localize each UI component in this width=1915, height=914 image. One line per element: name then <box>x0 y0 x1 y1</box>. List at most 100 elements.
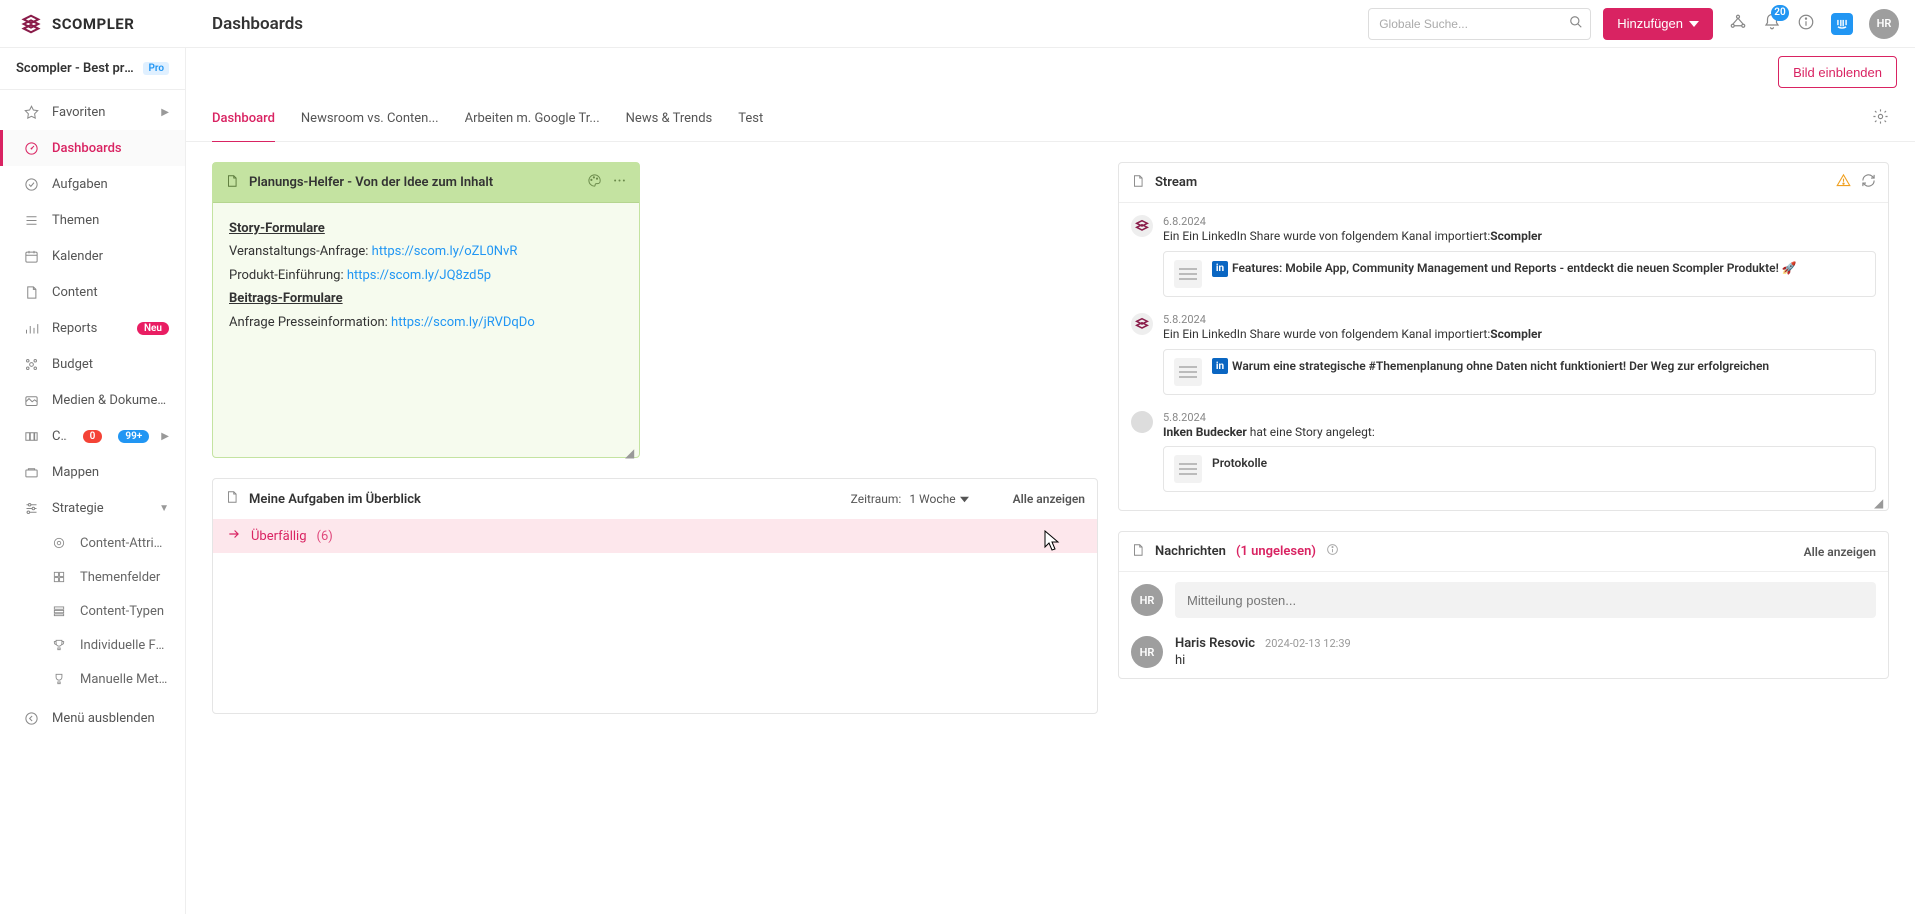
tab-dashboard[interactable]: Dashboard <box>212 96 275 142</box>
stream-title: Stream <box>1155 175 1197 190</box>
search-input[interactable] <box>1368 8 1591 40</box>
notif-count-badge: 20 <box>1771 5 1789 21</box>
show-image-button[interactable]: Bild einblenden <box>1778 56 1897 88</box>
sidebar-item-kalender[interactable]: Kalender <box>0 238 185 274</box>
widget-header: Stream <box>1119 163 1888 203</box>
arrow-right-icon <box>227 527 241 545</box>
col-right: Stream 6.8.2024 Ein Ein LinkedIn Share w… <box>1118 162 1889 914</box>
refresh-icon[interactable] <box>1861 173 1876 192</box>
overdue-row[interactable]: Überfällig (6) <box>213 519 1097 553</box>
stream-card[interactable]: inWarum eine strategische #Themenplanung… <box>1163 349 1876 395</box>
user-avatar[interactable]: HR <box>1869 9 1899 39</box>
info-icon[interactable] <box>1797 13 1815 35</box>
tab-test[interactable]: Test <box>738 96 763 142</box>
tasks-widget: Meine Aufgaben im Überblick Zeitraum: 1 … <box>212 478 1098 714</box>
msg-text: hi <box>1175 653 1351 668</box>
planner-link-3[interactable]: https://scom.ly/jRVDqDo <box>391 315 535 330</box>
search-icon[interactable] <box>1569 15 1583 33</box>
range-dropdown[interactable]: 1 Woche <box>909 492 968 506</box>
gear-icon[interactable] <box>1872 108 1889 129</box>
chevron-down-icon: ▼ <box>159 503 169 514</box>
stream-card-text: inWarum eine strategische #Themenplanung… <box>1212 358 1769 375</box>
stream-widget: Stream 6.8.2024 Ein Ein LinkedIn Share w… <box>1118 162 1889 511</box>
sidebar-item-mappen[interactable]: Mappen <box>0 454 185 490</box>
count-badge-blue: 99+ <box>118 430 149 443</box>
grid-icon <box>50 570 68 584</box>
show-all-link[interactable]: Alle anzeigen <box>1013 492 1085 506</box>
resize-handle[interactable]: ◢ <box>625 443 637 455</box>
chart-icon <box>22 321 40 336</box>
tab-google-trends[interactable]: Arbeiten m. Google Tr... <box>465 96 600 142</box>
stream-item[interactable]: 5.8.2024 Inken Budecker hat eine Story a… <box>1131 403 1876 501</box>
resize-handle[interactable]: ◢ <box>1874 496 1886 508</box>
brand-logo[interactable]: SCOMPLER <box>0 13 186 35</box>
bell-icon[interactable]: 20 <box>1763 13 1781 35</box>
budget-icon <box>22 357 40 372</box>
dashboard-body: Planungs-Helfer - Von der Idee zum Inhal… <box>186 142 1915 914</box>
stream-card[interactable]: inFeatures: Mobile App, Community Manage… <box>1163 251 1876 297</box>
widget-header[interactable]: Planungs-Helfer - Von der Idee zum Inhal… <box>213 163 639 203</box>
show-all-link[interactable]: Alle anzeigen <box>1804 545 1876 559</box>
post-input[interactable] <box>1175 582 1876 618</box>
planner-link-1[interactable]: https://scom.ly/oZL0NvR <box>372 244 518 259</box>
sidebar-item-budget[interactable]: Budget <box>0 346 185 382</box>
more-icon[interactable] <box>612 173 627 192</box>
stream-card[interactable]: Protokolle <box>1163 446 1876 492</box>
doc-icon <box>1174 358 1202 386</box>
sidebar-item-favoriten[interactable]: Favoriten ▶ <box>0 94 185 130</box>
add-button[interactable]: Hinzufügen <box>1603 8 1713 40</box>
stream-item[interactable]: 6.8.2024 Ein Ein LinkedIn Share wurde vo… <box>1131 207 1876 305</box>
trophy-icon <box>50 638 68 652</box>
main-area: Bild einblenden Dashboard Newsroom vs. C… <box>186 48 1915 914</box>
project-name: Scompler - Best practi... <box>16 61 135 76</box>
message-row[interactable]: HR Haris Resovic 2024-02-13 12:39 hi <box>1131 636 1876 668</box>
sidebar-subitem-content-attribute[interactable]: Content-Attribute <box>0 526 185 560</box>
sidebar-item-reports[interactable]: Reports Neu <box>0 310 185 346</box>
sidebar-collapse[interactable]: Menü ausblenden <box>0 700 185 736</box>
planner-link-2[interactable]: https://scom.ly/JQ8zd5p <box>347 268 491 283</box>
palette-icon[interactable] <box>587 173 602 192</box>
stream-card-text: Protokolle <box>1212 455 1267 471</box>
sidebar-subitem-themenfelder[interactable]: Themenfelder <box>0 560 185 594</box>
check-circle-icon <box>22 177 40 192</box>
sidebar-item-strategie[interactable]: Strategie ▼ <box>0 490 185 526</box>
stream-date: 5.8.2024 <box>1163 411 1876 424</box>
range-label: Zeitraum: <box>851 492 902 506</box>
sidebar-item-content[interactable]: Content <box>0 274 185 310</box>
topbar-icons: 20 HR <box>1729 9 1899 39</box>
beitrags-formulare-heading: Beitrags-Formulare <box>229 291 343 306</box>
dashboard-tabs: Dashboard Newsroom vs. Conten... Arbeite… <box>186 96 1915 142</box>
stream-text: Ein Ein LinkedIn Share wurde von folgend… <box>1163 228 1876 245</box>
doc-icon <box>1174 260 1202 288</box>
sidebar-item-medien[interactable]: Medien & Dokumente <box>0 382 185 418</box>
project-switcher[interactable]: Scompler - Best practi... Pro <box>0 48 185 90</box>
tab-news-trends[interactable]: News & Trends <box>626 96 713 142</box>
page-icon <box>225 174 239 192</box>
user-avatar: HR <box>1131 636 1163 668</box>
page-icon <box>1131 174 1145 192</box>
planner-body: Story-Formulare Veranstaltungs-Anfrage: … <box>213 203 639 457</box>
msg-author: Haris Resovic <box>1175 636 1255 651</box>
warning-icon[interactable] <box>1836 173 1851 192</box>
share-icon[interactable] <box>1729 13 1747 35</box>
sidebar-subitem-manuelle-metriken[interactable]: Manuelle Metriken <box>0 662 185 696</box>
info-small-icon[interactable] <box>1326 543 1339 560</box>
intercom-icon[interactable] <box>1831 13 1853 35</box>
stream-item[interactable]: 5.8.2024 Ein Ein LinkedIn Share wurde vo… <box>1131 305 1876 403</box>
community-icon <box>22 429 40 444</box>
sidebar-item-aufgaben[interactable]: Aufgaben <box>0 166 185 202</box>
types-icon <box>50 604 68 618</box>
user-avatar-icon <box>1131 411 1153 433</box>
chevron-right-icon: ▶ <box>161 431 169 442</box>
scompler-logo-icon <box>20 13 42 35</box>
overdue-count: (6) <box>317 529 333 544</box>
sidebar-subitem-content-typen[interactable]: Content-Typen <box>0 594 185 628</box>
gauge-icon <box>22 141 40 156</box>
sidebar-subitem-individuelle-felder[interactable]: Individuelle Felder <box>0 628 185 662</box>
page-icon <box>225 490 239 508</box>
sidebar-item-themen[interactable]: Themen <box>0 202 185 238</box>
tab-newsroom[interactable]: Newsroom vs. Conten... <box>301 96 439 142</box>
sidebar-item-dashboards[interactable]: Dashboards <box>0 130 185 166</box>
global-search[interactable] <box>1368 8 1591 40</box>
sidebar-item-community[interactable]: Comm... 0 99+ ▶ <box>0 418 185 454</box>
